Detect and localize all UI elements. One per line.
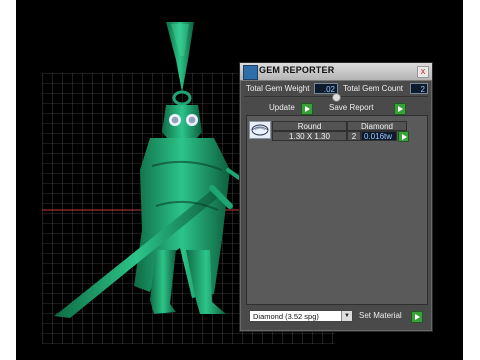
gem-round-icon[interactable] <box>249 121 271 139</box>
go-arrow-icon[interactable] <box>398 131 409 142</box>
3d-viewport[interactable]: GEM REPORTER x Total Gem Weight .02 Tota… <box>16 0 463 360</box>
save-report-button-label: Save Report <box>329 103 374 112</box>
save-report-button[interactable]: Save Report <box>329 102 373 114</box>
dropdown-arrow-icon[interactable]: ▼ <box>341 311 352 321</box>
update-button[interactable]: Update <box>269 102 295 114</box>
total-gem-count-value: 2 <box>410 83 428 94</box>
close-icon[interactable]: x <box>417 66 429 78</box>
go-arrow-icon[interactable] <box>301 103 313 115</box>
gem-weight: 0.016tw <box>361 131 397 141</box>
go-arrow-icon[interactable] <box>411 311 423 323</box>
update-button-label: Update <box>269 103 295 112</box>
app-icon <box>243 65 258 80</box>
total-gem-weight-label: Total Gem Weight <box>246 84 310 93</box>
gem-reporter-panel: GEM REPORTER x Total Gem Weight .02 Tota… <box>239 62 433 332</box>
material-select[interactable]: Diamond (3.52 spg) ▼ <box>249 310 353 322</box>
set-material-button-label: Set Material <box>359 311 402 320</box>
gem-material: Diamond <box>347 121 407 131</box>
gem-round-icon-svg <box>251 124 269 136</box>
panel-resize-knob[interactable] <box>332 93 341 102</box>
bottom-bar: Diamond (3.52 spg) ▼ Set Material <box>246 308 426 324</box>
panel-title: GEM REPORTER <box>259 65 335 75</box>
panel-titlebar[interactable]: GEM REPORTER x <box>240 63 432 81</box>
gem-count: 2 <box>347 131 361 141</box>
material-select-value: Diamond (3.52 spg) <box>253 312 319 321</box>
total-gem-count-label: Total Gem Count <box>343 84 404 93</box>
gem-size: 1.30 X 1.30 <box>272 131 347 141</box>
set-material-button[interactable]: Set Material <box>359 310 402 322</box>
gem-table: Round Diamond 1.30 X 1.30 2 0.016tw <box>246 115 428 305</box>
gem-shape: Round <box>272 121 347 131</box>
go-arrow-icon[interactable] <box>394 103 406 115</box>
